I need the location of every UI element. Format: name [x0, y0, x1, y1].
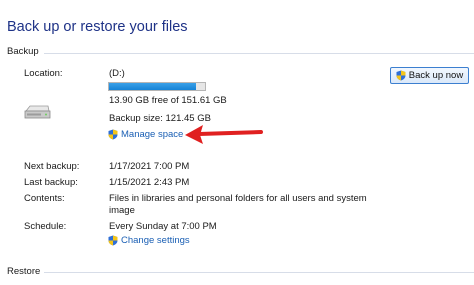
uac-shield-icon	[108, 129, 118, 140]
page-title: Back up or restore your files	[7, 19, 188, 35]
backup-section-divider	[44, 53, 474, 54]
red-arrow-annotation	[185, 125, 263, 144]
uac-shield-icon	[396, 70, 406, 81]
last-backup-value: 1/15/2021 2:43 PM	[109, 177, 190, 188]
schedule-value: Every Sunday at 7:00 PM	[109, 221, 217, 232]
back-up-now-button[interactable]: Back up now	[390, 67, 469, 84]
location-value: (D:)	[109, 68, 125, 79]
disk-usage-bar	[108, 82, 206, 91]
change-settings-row[interactable]: Change settings	[108, 235, 190, 246]
back-up-now-label: Back up now	[408, 70, 464, 81]
manage-space-row[interactable]: Manage space	[108, 129, 183, 140]
location-label: Location:	[24, 68, 63, 79]
disk-usage-fill	[109, 83, 197, 90]
free-space-text: 13.90 GB free of 151.61 GB	[109, 95, 227, 106]
manage-space-link[interactable]: Manage space	[121, 129, 183, 140]
schedule-label: Schedule:	[24, 221, 67, 232]
change-settings-link[interactable]: Change settings	[121, 235, 190, 246]
next-backup-value: 1/17/2021 7:00 PM	[109, 161, 190, 172]
contents-value-line1: Files in libraries and personal folders …	[109, 193, 367, 204]
backup-section-title: Backup	[7, 46, 39, 57]
uac-shield-icon	[108, 235, 118, 246]
last-backup-label: Last backup:	[24, 177, 78, 188]
restore-section-divider	[44, 272, 474, 273]
contents-label: Contents:	[24, 193, 65, 204]
drive-icon	[24, 105, 51, 119]
next-backup-label: Next backup:	[24, 161, 80, 172]
restore-section-title: Restore	[7, 266, 41, 277]
contents-value-line2: image	[109, 205, 135, 216]
